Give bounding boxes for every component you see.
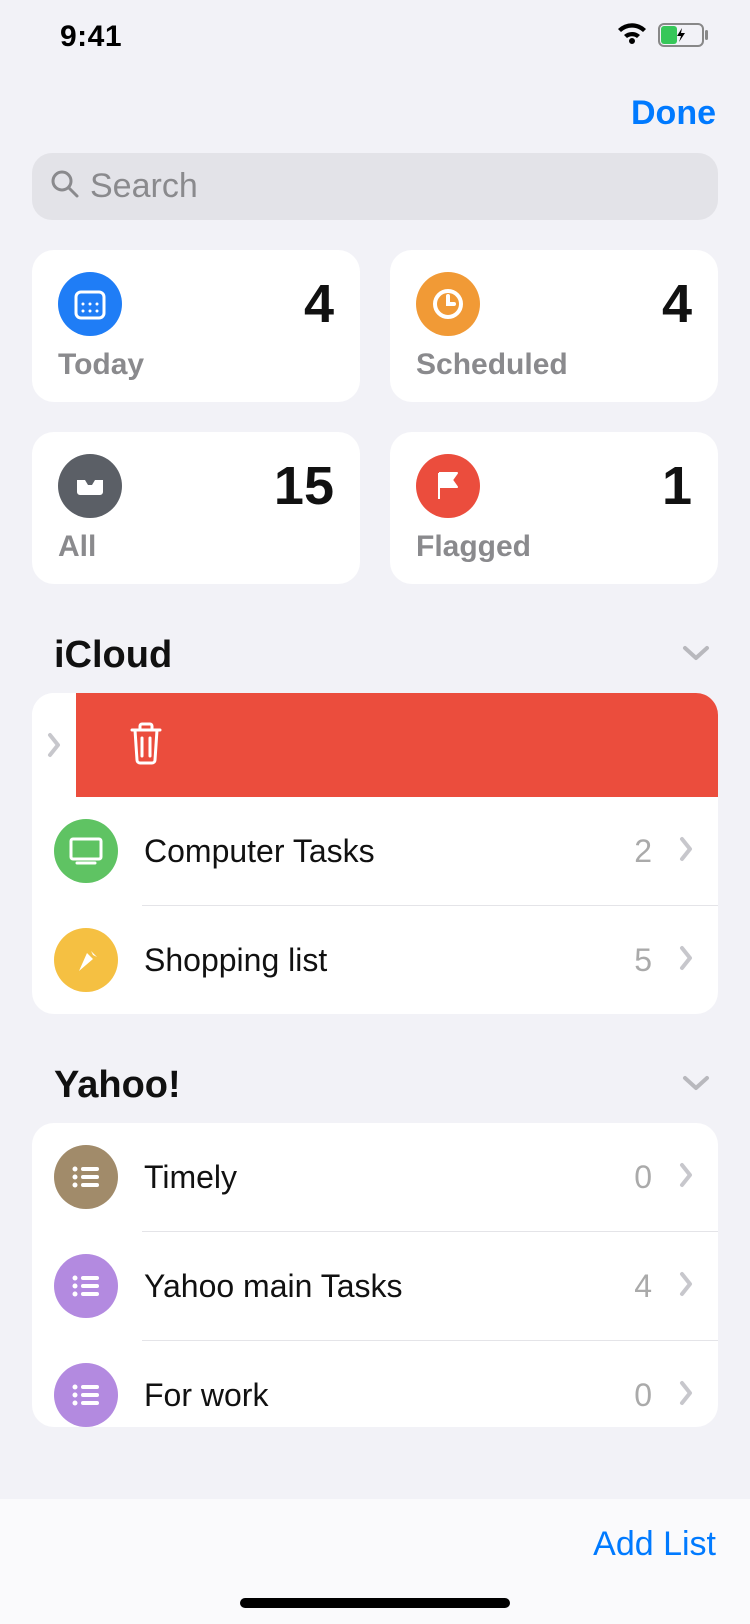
status-bar: 9:41	[0, 0, 750, 64]
list-row[interactable]: Shopping list 5	[32, 906, 718, 1014]
home-indicator[interactable]	[240, 1598, 510, 1608]
add-list-button[interactable]: Add List	[593, 1525, 716, 1564]
list-name: Computer Tasks	[144, 833, 608, 870]
delete-action[interactable]	[76, 693, 718, 797]
chevron-right-icon	[678, 1379, 694, 1412]
card-count: 4	[304, 277, 334, 331]
card-count: 4	[662, 277, 692, 331]
list-count: 0	[634, 1377, 652, 1414]
chevron-down-icon	[682, 644, 710, 667]
list-row[interactable]: Yahoo main Tasks 4	[32, 1232, 718, 1340]
list-group-icloud: Computer Tasks 2 Shopping list 5	[32, 693, 718, 1014]
section-title: iCloud	[54, 634, 172, 677]
chevron-right-icon	[678, 835, 694, 868]
chevron-right-icon	[678, 1270, 694, 1303]
card-label: Flagged	[416, 530, 692, 564]
clock-icon	[416, 272, 480, 336]
swipe-peek	[32, 693, 76, 797]
section-title: Yahoo!	[54, 1064, 181, 1107]
card-count: 1	[662, 459, 692, 513]
card-all[interactable]: 15 All	[32, 432, 360, 584]
inbox-icon	[58, 454, 122, 518]
list-icon	[54, 1145, 118, 1209]
card-today[interactable]: 4 Today	[32, 250, 360, 402]
list-row[interactable]: Computer Tasks 2	[32, 797, 718, 905]
calendar-today-icon	[58, 272, 122, 336]
battery-icon	[658, 22, 710, 53]
smart-lists-grid: 4 Today 4 Scheduled 15 All 1 Flagge	[0, 250, 750, 624]
header: Done	[0, 64, 750, 153]
section-header-yahoo[interactable]: Yahoo!	[0, 1054, 750, 1123]
card-scheduled[interactable]: 4 Scheduled	[390, 250, 718, 402]
list-name: Shopping list	[144, 942, 608, 979]
list-icon	[54, 1363, 118, 1427]
chevron-down-icon	[682, 1074, 710, 1097]
chevron-right-icon	[678, 944, 694, 977]
list-count: 0	[634, 1159, 652, 1196]
list-count: 2	[634, 833, 652, 870]
list-row-swipe-delete[interactable]	[32, 693, 718, 797]
card-label: Today	[58, 348, 334, 382]
section-header-icloud[interactable]: iCloud	[0, 624, 750, 693]
status-icons	[616, 22, 710, 53]
list-count: 5	[634, 942, 652, 979]
list-name: Yahoo main Tasks	[144, 1268, 608, 1305]
chevron-right-icon	[678, 1161, 694, 1194]
search-icon	[50, 169, 80, 204]
carrot-icon	[54, 928, 118, 992]
card-label: Scheduled	[416, 348, 692, 382]
monitor-icon	[54, 819, 118, 883]
list-row[interactable]: Timely 0	[32, 1123, 718, 1231]
list-name: Timely	[144, 1159, 608, 1196]
done-button[interactable]: Done	[631, 94, 716, 133]
card-count: 15	[274, 459, 334, 513]
list-count: 4	[634, 1268, 652, 1305]
wifi-icon	[616, 23, 648, 52]
card-flagged[interactable]: 1 Flagged	[390, 432, 718, 584]
flag-icon	[416, 454, 480, 518]
trash-icon	[126, 720, 166, 771]
search-input[interactable]	[90, 167, 700, 206]
list-icon	[54, 1254, 118, 1318]
list-name: For work	[144, 1377, 608, 1414]
list-row[interactable]: For work 0	[32, 1341, 718, 1427]
list-group-yahoo: Timely 0 Yahoo main Tasks 4 For work 0	[32, 1123, 718, 1427]
card-label: All	[58, 530, 334, 564]
search-bar[interactable]	[32, 153, 718, 220]
status-time: 9:41	[60, 20, 122, 54]
